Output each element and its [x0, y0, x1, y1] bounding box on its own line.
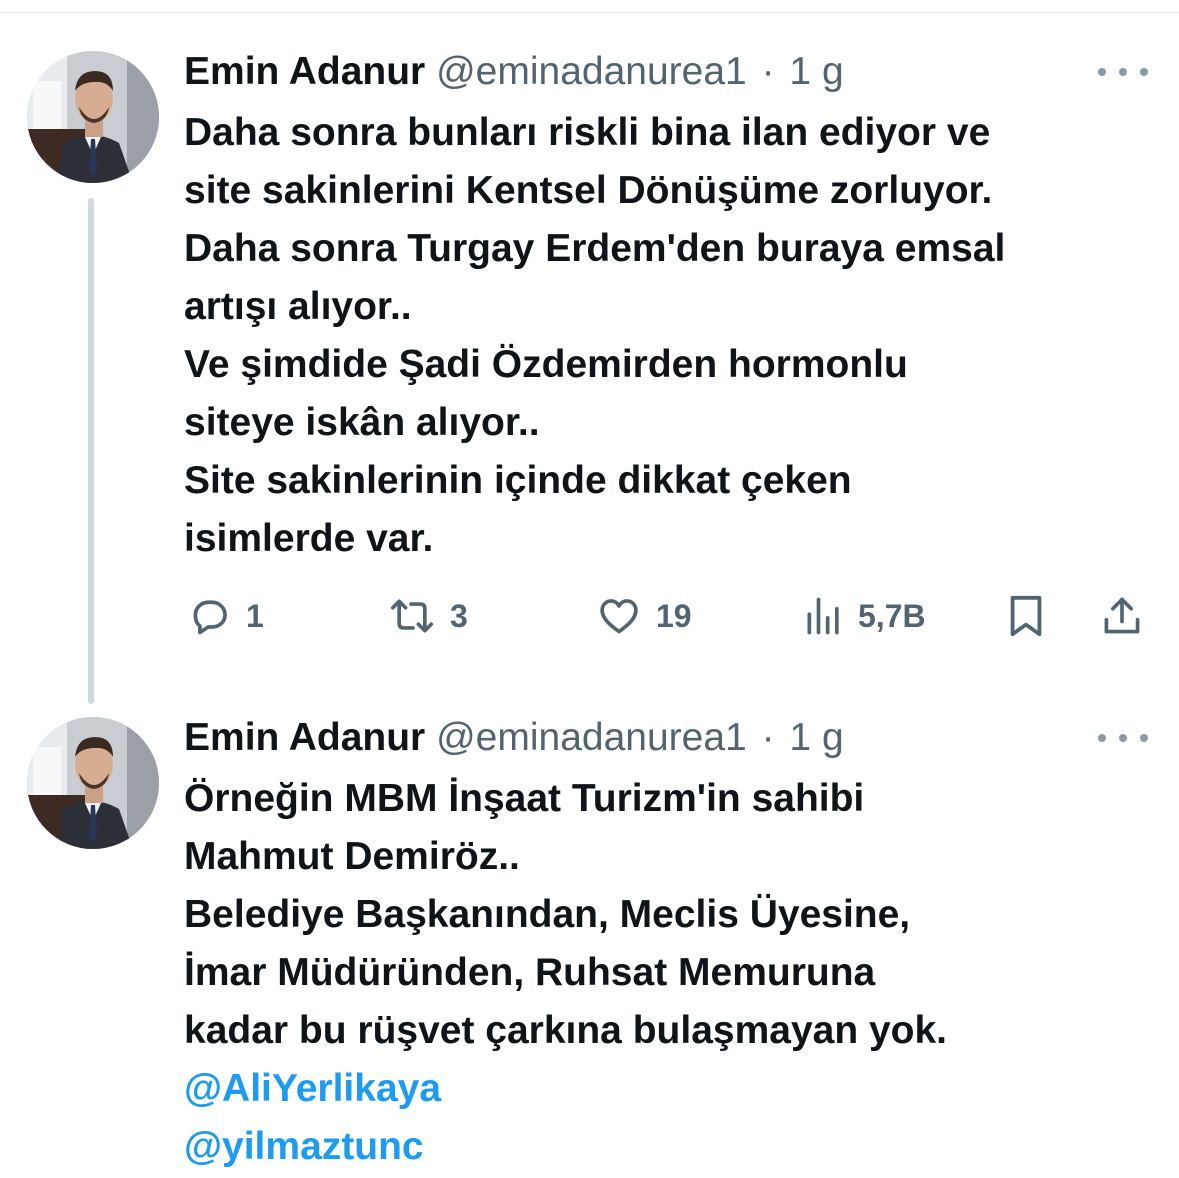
- bar-chart-icon: [804, 594, 844, 638]
- tweet-text-line: Örneğin MBM İnşaat Turizm'in sahibi: [184, 777, 865, 820]
- three-dots-icon[interactable]: [1098, 54, 1148, 90]
- tweet-text-line: Belediye Başkanından, Meclis Üyesine,: [184, 893, 911, 936]
- like-count: 19: [656, 597, 692, 634]
- tweet-text-line: Daha sonra Turgay Erdem'den buraya emsal: [184, 227, 1006, 270]
- retweet-icon: [388, 594, 436, 638]
- tweet-header: Emin Adanur @eminadanurea1 · 1 g: [184, 48, 844, 96]
- tweet-text-line: kadar bu rüşvet çarkına bulaşmayan yok.: [184, 1009, 948, 1052]
- avatar[interactable]: [27, 717, 159, 849]
- top-divider: [0, 12, 1179, 13]
- separator-dot: ·: [761, 716, 775, 759]
- separator-dot: ·: [761, 50, 775, 93]
- tweet-text: Örneğin MBM İnşaat Turizm'in sahibi Mahm…: [184, 770, 1164, 1176]
- tweet-header: Emin Adanur @eminadanurea1 · 1 g: [184, 714, 844, 762]
- reply-button[interactable]: 1: [188, 588, 264, 644]
- tweet-text-line: isimlerde var.: [184, 517, 434, 560]
- mention-link[interactable]: @AliYerlikaya: [184, 1060, 1164, 1118]
- tweet-text-line: İmar Müdüründen, Ruhsat Memuruna: [184, 951, 876, 994]
- tweet-text: Daha sonra bunları riskli bina ilan ediy…: [184, 104, 1164, 568]
- tweet-text-line: siteye iskân alıyor..: [184, 401, 540, 444]
- view-count: 5,7B: [858, 597, 926, 634]
- retweet-count: 3: [450, 597, 468, 634]
- reply-count: 1: [246, 597, 264, 634]
- share-button[interactable]: [1100, 588, 1144, 644]
- share-icon: [1100, 594, 1144, 638]
- tweet-text-line: Mahmut Demiröz..: [184, 835, 520, 878]
- tweet-text-line: artışı alıyor..: [184, 285, 412, 328]
- author-handle[interactable]: @eminadanurea1: [436, 716, 747, 759]
- three-dots-icon[interactable]: [1098, 720, 1148, 756]
- author-handle[interactable]: @eminadanurea1: [436, 50, 747, 93]
- tweet-actions: 1 3 19 5,7B: [0, 588, 1179, 644]
- bookmark-icon: [1006, 593, 1046, 639]
- avatar[interactable]: [27, 51, 159, 183]
- views-button[interactable]: 5,7B: [804, 588, 926, 644]
- timestamp[interactable]: 1 g: [789, 716, 843, 759]
- like-button[interactable]: 19: [596, 588, 692, 644]
- heart-icon: [596, 594, 642, 638]
- speech-bubble-icon: [188, 594, 232, 638]
- retweet-button[interactable]: 3: [388, 588, 468, 644]
- mention-link[interactable]: @yilmaztunc: [184, 1118, 1164, 1176]
- tweet-text-line: site sakinlerini Kentsel Dönüşüme zorluy…: [184, 169, 993, 212]
- tweet-text-line: Site sakinlerinin içinde dikkat çeken: [184, 459, 852, 502]
- bookmark-button[interactable]: [1006, 588, 1046, 644]
- author-name[interactable]: Emin Adanur: [184, 50, 425, 93]
- tweet-text-line: Ve şimdide Şadi Özdemirden hormonlu: [184, 343, 908, 386]
- timestamp[interactable]: 1 g: [789, 50, 843, 93]
- author-name[interactable]: Emin Adanur: [184, 716, 425, 759]
- tweet-text-line: Daha sonra bunları riskli bina ilan ediy…: [184, 111, 991, 154]
